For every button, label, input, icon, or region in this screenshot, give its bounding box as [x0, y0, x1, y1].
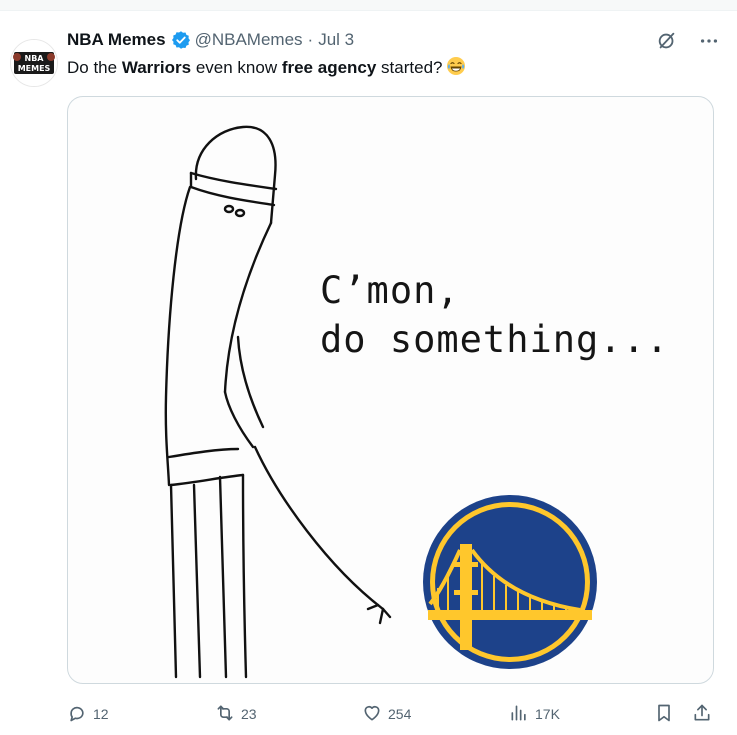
- tweet-text-part-3: even know: [191, 58, 282, 77]
- reply-icon: [67, 703, 87, 726]
- avatar[interactable]: NBA MEMES: [10, 39, 58, 87]
- laughing-emoji-icon: [446, 56, 466, 76]
- tweet-text-free-agency: free agency: [281, 58, 377, 77]
- separator-dot: ·: [307, 30, 314, 49]
- repost-button[interactable]: 23: [215, 703, 257, 726]
- bookmark-icon: [654, 703, 674, 726]
- views-chart-icon: [509, 703, 529, 726]
- views-count: 17K: [535, 706, 560, 722]
- tweet-text-part-5: started?: [376, 58, 443, 77]
- reply-button[interactable]: 12: [67, 703, 109, 726]
- avatar-text-top: NBA: [25, 54, 45, 63]
- avatar-text-bottom: MEMES: [18, 64, 51, 73]
- tweet-card[interactable]: NBA MEMES NBA Memes @NBAMemes · Jul 3 Do…: [0, 10, 737, 735]
- warriors-logo: [423, 495, 597, 669]
- tweet-text: Do the Warriors even know free agency st…: [67, 56, 466, 80]
- repost-icon: [215, 703, 235, 726]
- handle[interactable]: @NBAMemes: [195, 30, 303, 50]
- reply-count: 12: [93, 706, 109, 722]
- stick-figure-drawing: [164, 125, 392, 679]
- tweet-header: NBA Memes @NBAMemes · Jul 3: [67, 29, 354, 51]
- like-count: 254: [388, 706, 412, 722]
- display-name[interactable]: NBA Memes: [67, 30, 166, 50]
- nba-memes-logo: NBA MEMES: [11, 40, 57, 86]
- verified-badge-icon[interactable]: [171, 30, 191, 50]
- tweet-actions: 12 23 254 17K: [67, 701, 722, 727]
- like-button[interactable]: 254: [362, 703, 411, 726]
- more-options-icon[interactable]: [697, 29, 721, 53]
- tweet-top-actions: [655, 29, 721, 53]
- tweet-date[interactable]: Jul 3: [318, 30, 354, 50]
- repost-count: 23: [241, 706, 257, 722]
- meme-caption: C’mon, do something...: [320, 266, 669, 364]
- bookmark-button[interactable]: [654, 703, 674, 726]
- tweet-media[interactable]: C’mon, do something...: [67, 96, 714, 684]
- grok-icon[interactable]: [655, 29, 679, 53]
- meme-caption-line-2: do something...: [320, 318, 670, 361]
- heart-icon: [362, 703, 382, 726]
- tweet-text-warriors: Warriors: [121, 58, 192, 77]
- share-button[interactable]: [692, 703, 712, 726]
- meme-caption-line-1: C’mon,: [320, 269, 460, 312]
- views-button[interactable]: 17K: [509, 703, 560, 726]
- share-icon: [692, 703, 712, 726]
- tweet-text-part-1: Do the: [67, 58, 122, 77]
